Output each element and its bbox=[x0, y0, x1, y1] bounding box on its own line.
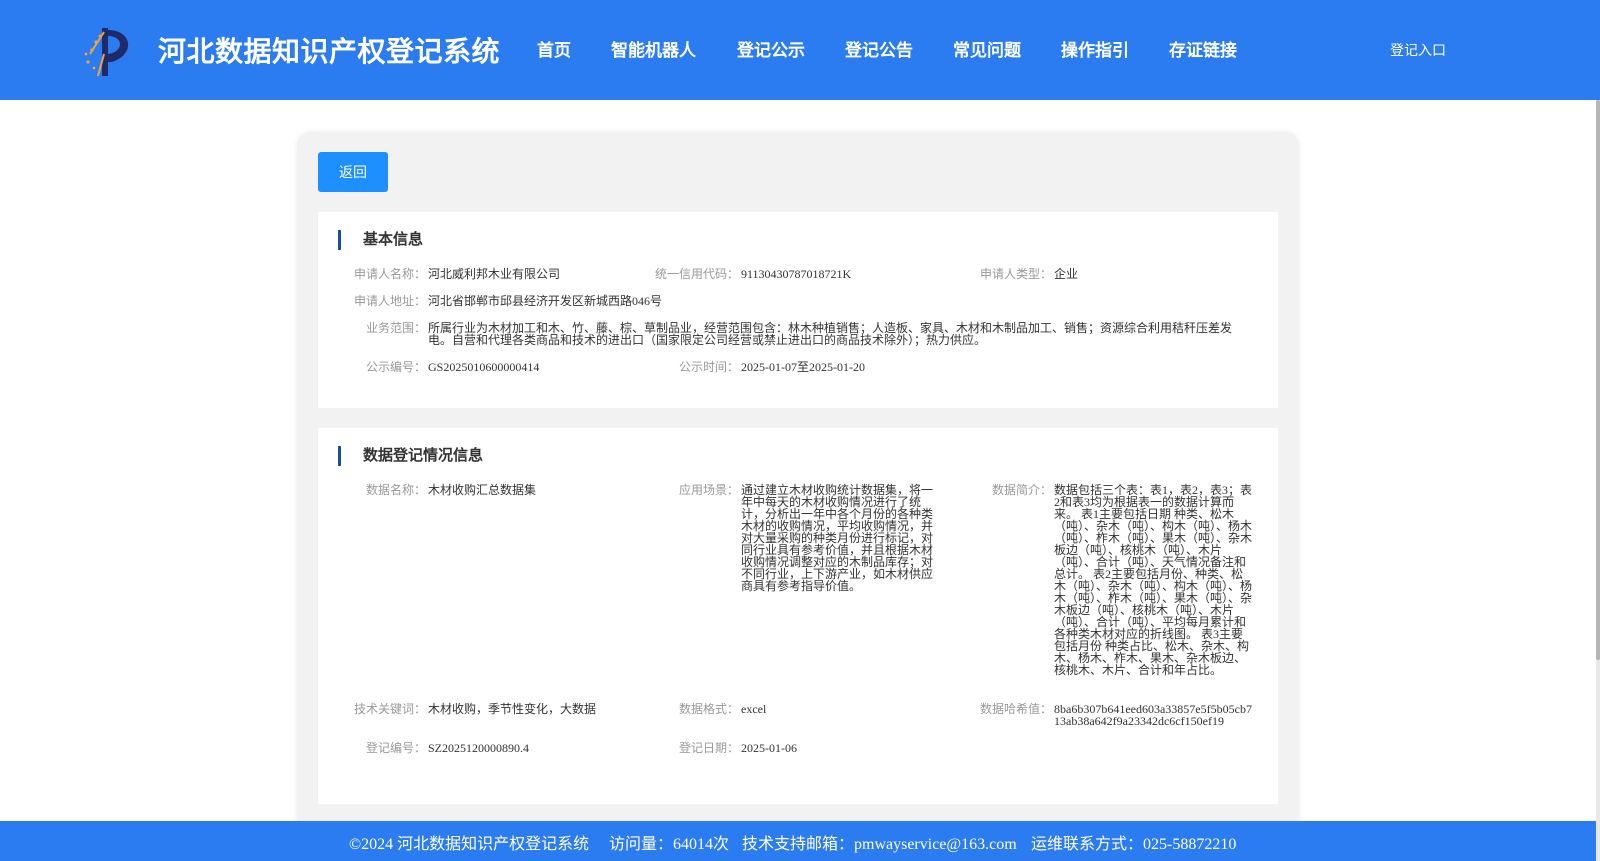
summary-field: 数据简介： 数据包括三个表：表1，表2，表3；表2和表3均为根据表一的数据计算而… bbox=[991, 483, 1253, 677]
reg-no-field: 登记编号： SZ2025120000890.4 bbox=[365, 741, 530, 755]
page-scrollbar[interactable] bbox=[1596, 100, 1600, 861]
format-field: 数据格式： excel bbox=[678, 702, 767, 716]
site-title: 河北数据知识产权登记系统 bbox=[158, 35, 501, 68]
data-registration-panel: 数据登记情况信息 数据名称： 木材收购汇总数据集 应用场景： 通过建立木材收购统… bbox=[318, 428, 1278, 804]
scenario-field: 应用场景： 通过建立木材收购统计数据集，将一年中每天的木材收购情况进行了统计，分… bbox=[678, 483, 934, 593]
logo-icon bbox=[84, 28, 129, 77]
reg-date-field: 登记日期： 2025-01-06 bbox=[678, 741, 797, 755]
nav-publicity[interactable]: 登记公示 bbox=[737, 36, 805, 61]
nav-home[interactable]: 首页 bbox=[537, 36, 571, 61]
footer: ©2024 河北数据知识产权登记系统 访问量：64014次 技术支持邮箱：pmw… bbox=[0, 821, 1596, 861]
nav-guide[interactable]: 操作指引 bbox=[1061, 36, 1129, 61]
data-name-field: 数据名称： 木材收购汇总数据集 bbox=[365, 483, 537, 497]
back-button[interactable]: 返回 bbox=[318, 152, 388, 192]
applicant-name-field: 申请人名称： 河北威利邦木业有限公司 bbox=[353, 267, 561, 281]
footer-email: 技术支持邮箱：pmwayservice@163.com bbox=[742, 836, 1017, 853]
footer-phone: 运维联系方式：025-58872210 bbox=[1031, 836, 1237, 853]
nav-evidence-link[interactable]: 存证链接 bbox=[1169, 36, 1237, 61]
top-header: 河北数据知识产权登记系统 首页 智能机器人 登记公示 登记公告 常见问题 操作指… bbox=[0, 0, 1600, 100]
footer-copyright: ©2024 河北数据知识产权登记系统 bbox=[349, 836, 590, 853]
basic-info-panel: 基本信息 申请人名称： 河北威利邦木业有限公司 统一信用代码： 91130430… bbox=[318, 212, 1278, 408]
publicity-time-field: 公示时间： 2025-01-07至2025-01-20 bbox=[678, 360, 865, 374]
publicity-no-field: 公示编号： GS2025010600000414 bbox=[365, 360, 540, 374]
section-title: 数据登记情况信息 bbox=[338, 446, 483, 466]
credit-code-field: 统一信用代码： 91130430787018721K bbox=[654, 267, 852, 281]
applicant-address-field: 申请人地址： 河北省邯郸市邱县经济开发区新城西路046号 bbox=[353, 294, 663, 308]
nav-robot[interactable]: 智能机器人 bbox=[611, 36, 696, 61]
footer-visits: 访问量：64014次 bbox=[609, 836, 730, 853]
nav-announcement[interactable]: 登记公告 bbox=[845, 36, 913, 61]
hash-field: 数据哈希值： 8ba6b307b641eed603a33857e5f5b05cb… bbox=[979, 702, 1252, 728]
section-title: 基本信息 bbox=[338, 230, 423, 250]
keywords-field: 技术关键词： 木材收购，季节性变化，大数据 bbox=[353, 702, 597, 716]
scrollbar-thumb[interactable] bbox=[1596, 100, 1600, 660]
login-link[interactable]: 登记入口 bbox=[1390, 40, 1446, 60]
business-scope-field: 业务范围： 所属行业为木材加工和木、竹、藤、棕、草制品业，经营范围包含：林木种植… bbox=[365, 321, 1233, 347]
applicant-type-field: 申请人类型： 企业 bbox=[979, 267, 1079, 281]
nav-faq[interactable]: 常见问题 bbox=[953, 36, 1021, 61]
